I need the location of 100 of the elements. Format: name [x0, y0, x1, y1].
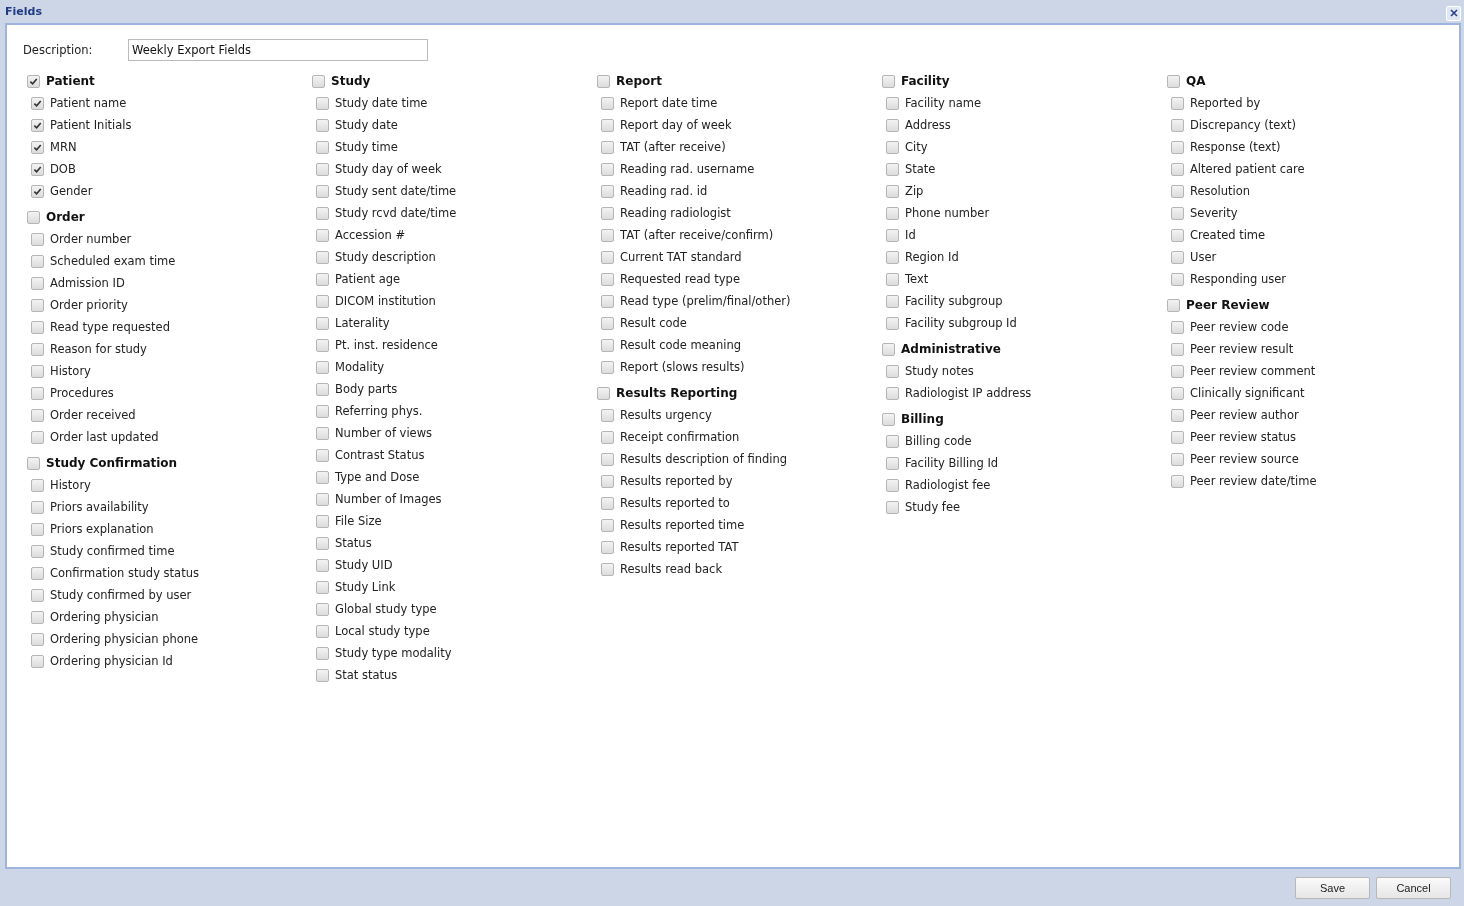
checkbox[interactable] — [316, 426, 329, 440]
checkbox[interactable] — [886, 162, 899, 176]
checkbox[interactable] — [31, 386, 44, 400]
checkbox[interactable] — [27, 210, 40, 224]
checkbox[interactable] — [886, 250, 899, 264]
checkbox[interactable] — [1171, 342, 1184, 356]
checkbox[interactable] — [601, 250, 614, 264]
checkbox[interactable] — [601, 184, 614, 198]
checkbox[interactable] — [316, 646, 329, 660]
checkbox[interactable] — [31, 276, 44, 290]
checkbox[interactable] — [316, 250, 329, 264]
checkbox[interactable] — [1171, 386, 1184, 400]
checkbox[interactable] — [31, 588, 44, 602]
checkbox[interactable] — [601, 562, 614, 576]
checkbox[interactable] — [1171, 364, 1184, 378]
checkbox[interactable] — [316, 228, 329, 242]
checkbox[interactable] — [316, 316, 329, 330]
checkbox[interactable] — [312, 74, 325, 88]
checkbox[interactable] — [27, 74, 40, 88]
checkbox[interactable] — [316, 294, 329, 308]
checkbox[interactable] — [31, 298, 44, 312]
checkbox[interactable] — [316, 360, 329, 374]
checkbox[interactable] — [886, 206, 899, 220]
checkbox[interactable] — [601, 496, 614, 510]
checkbox[interactable] — [601, 162, 614, 176]
checkbox[interactable] — [597, 74, 610, 88]
checkbox[interactable] — [316, 338, 329, 352]
checkbox[interactable] — [1171, 430, 1184, 444]
checkbox[interactable] — [316, 514, 329, 528]
checkbox[interactable] — [31, 342, 44, 356]
checkbox[interactable] — [601, 228, 614, 242]
checkbox[interactable] — [316, 668, 329, 682]
checkbox[interactable] — [316, 448, 329, 462]
checkbox[interactable] — [31, 118, 44, 132]
checkbox[interactable] — [1167, 74, 1180, 88]
checkbox[interactable] — [31, 184, 44, 198]
checkbox[interactable] — [1171, 408, 1184, 422]
checkbox[interactable] — [31, 522, 44, 536]
close-button[interactable] — [1446, 5, 1461, 21]
checkbox[interactable] — [601, 430, 614, 444]
checkbox[interactable] — [316, 492, 329, 506]
checkbox[interactable] — [31, 430, 44, 444]
checkbox[interactable] — [601, 118, 614, 132]
checkbox[interactable] — [316, 602, 329, 616]
checkbox[interactable] — [886, 500, 899, 514]
checkbox[interactable] — [31, 364, 44, 378]
checkbox[interactable] — [31, 254, 44, 268]
checkbox[interactable] — [27, 456, 40, 470]
checkbox[interactable] — [882, 342, 895, 356]
checkbox[interactable] — [1171, 140, 1184, 154]
checkbox[interactable] — [316, 624, 329, 638]
checkbox[interactable] — [31, 232, 44, 246]
checkbox[interactable] — [316, 536, 329, 550]
checkbox[interactable] — [316, 558, 329, 572]
checkbox[interactable] — [1171, 320, 1184, 334]
checkbox[interactable] — [1167, 298, 1180, 312]
checkbox[interactable] — [1171, 206, 1184, 220]
checkbox[interactable] — [601, 540, 614, 554]
checkbox[interactable] — [601, 206, 614, 220]
checkbox[interactable] — [1171, 250, 1184, 264]
checkbox[interactable] — [1171, 184, 1184, 198]
checkbox[interactable] — [31, 96, 44, 110]
checkbox[interactable] — [316, 272, 329, 286]
checkbox[interactable] — [601, 272, 614, 286]
checkbox[interactable] — [886, 272, 899, 286]
checkbox[interactable] — [31, 654, 44, 668]
checkbox[interactable] — [601, 360, 614, 374]
checkbox[interactable] — [601, 452, 614, 466]
checkbox[interactable] — [31, 632, 44, 646]
checkbox[interactable] — [31, 162, 44, 176]
checkbox[interactable] — [886, 184, 899, 198]
checkbox[interactable] — [31, 478, 44, 492]
checkbox[interactable] — [316, 580, 329, 594]
checkbox[interactable] — [601, 140, 614, 154]
checkbox[interactable] — [886, 140, 899, 154]
checkbox[interactable] — [886, 118, 899, 132]
checkbox[interactable] — [316, 206, 329, 220]
save-button[interactable]: Save — [1295, 876, 1370, 899]
checkbox[interactable] — [1171, 452, 1184, 466]
checkbox[interactable] — [316, 162, 329, 176]
checkbox[interactable] — [316, 382, 329, 396]
checkbox[interactable] — [886, 386, 899, 400]
checkbox[interactable] — [316, 404, 329, 418]
checkbox[interactable] — [1171, 118, 1184, 132]
checkbox[interactable] — [316, 470, 329, 484]
checkbox[interactable] — [1171, 162, 1184, 176]
checkbox[interactable] — [316, 118, 329, 132]
checkbox[interactable] — [882, 412, 895, 426]
checkbox[interactable] — [601, 474, 614, 488]
checkbox[interactable] — [886, 316, 899, 330]
checkbox[interactable] — [1171, 228, 1184, 242]
checkbox[interactable] — [886, 456, 899, 470]
checkbox[interactable] — [886, 96, 899, 110]
checkbox[interactable] — [601, 96, 614, 110]
checkbox[interactable] — [31, 566, 44, 580]
checkbox[interactable] — [886, 294, 899, 308]
checkbox[interactable] — [601, 408, 614, 422]
checkbox[interactable] — [886, 434, 899, 448]
checkbox[interactable] — [601, 316, 614, 330]
checkbox[interactable] — [597, 386, 610, 400]
